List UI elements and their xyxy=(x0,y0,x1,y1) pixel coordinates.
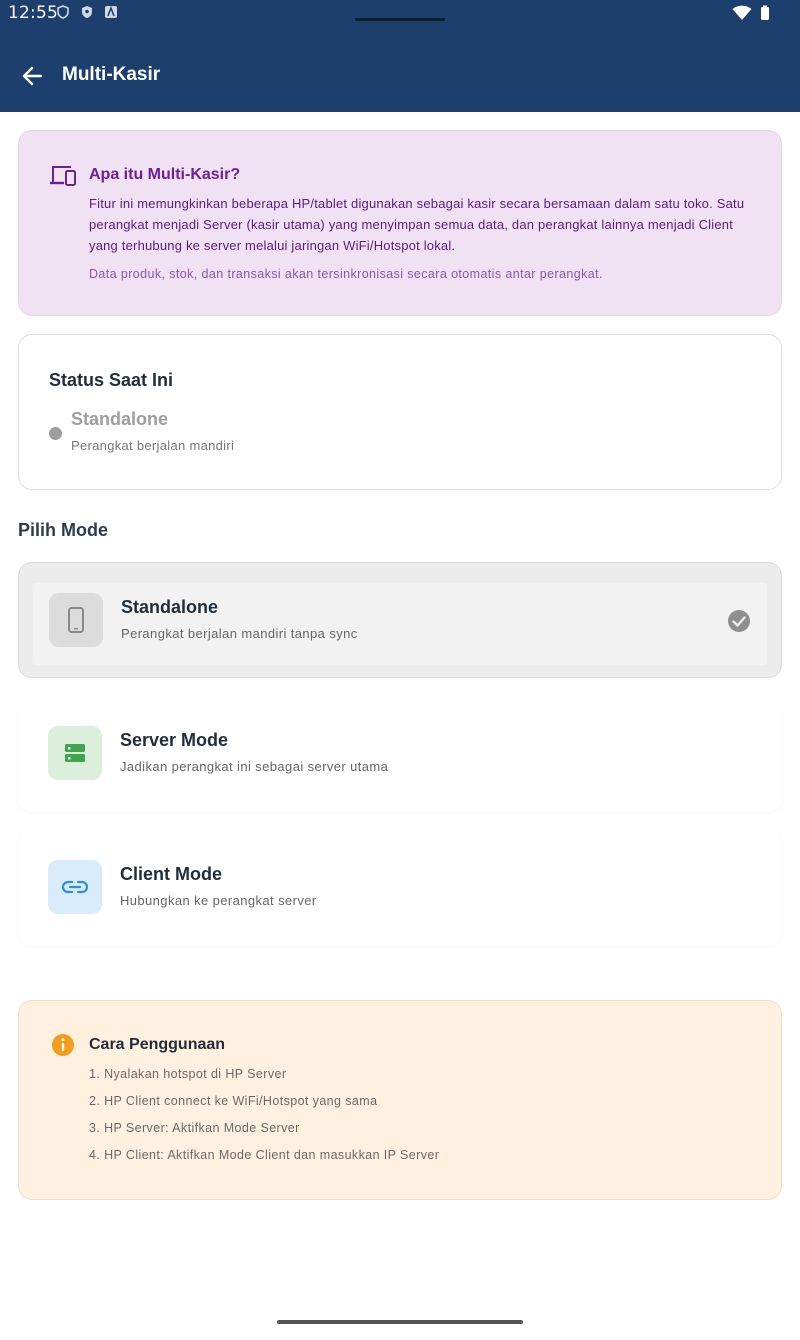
status-card: Status Saat Ini Standalone Perangkat ber… xyxy=(18,334,782,490)
info-card: Apa itu Multi-Kasir? Fitur ini memungkin… xyxy=(18,130,782,316)
info-icon xyxy=(52,1034,74,1056)
mode-icon-box xyxy=(48,860,102,914)
status-time: 12:55 xyxy=(8,3,58,23)
info-note: Data produk, stok, dan transaksi akan te… xyxy=(89,267,603,281)
home-indicator[interactable] xyxy=(277,1320,523,1324)
devices-icon xyxy=(50,166,76,186)
status-icons-right xyxy=(732,5,770,21)
mode-description: Perangkat berjalan mandiri tanpa sync xyxy=(121,626,358,641)
page-title: Multi-Kasir xyxy=(62,64,161,85)
status-indicator xyxy=(49,427,62,440)
mode-icon-box xyxy=(49,593,103,647)
status-icons-left xyxy=(56,5,118,19)
info-body: Fitur ini memungkinkan beberapa HP/table… xyxy=(89,196,745,253)
shield-off-icon xyxy=(57,5,69,19)
status-heading: Status Saat Ini xyxy=(49,370,174,390)
info-title: Apa itu Multi-Kasir? xyxy=(89,166,241,183)
status-description: Perangkat berjalan mandiri xyxy=(71,438,235,453)
app-bar: 12:55 Multi-Kasir xyxy=(0,0,800,112)
howto-steps: 1. Nyalakan hotspot di HP Server 2. HP C… xyxy=(89,1067,439,1175)
phone-icon xyxy=(68,607,84,633)
server-icon xyxy=(65,744,85,762)
battery-icon xyxy=(761,5,769,20)
mode-title: Standalone xyxy=(121,597,219,617)
back-button[interactable] xyxy=(18,62,46,90)
mode-description: Hubungkan ke perangkat server xyxy=(120,893,317,908)
mode-title: Server Mode xyxy=(120,730,229,750)
camera-notch xyxy=(355,18,445,21)
mode-icon-box xyxy=(48,726,102,780)
check-circle-icon xyxy=(728,610,750,632)
mode-option-standalone[interactable]: Standalone Perangkat berjalan mandiri ta… xyxy=(18,562,782,678)
shield-icon xyxy=(82,6,92,18)
howto-step: 2. HP Client connect ke WiFi/Hotspot yan… xyxy=(89,1094,378,1108)
wifi-icon xyxy=(732,5,752,20)
mode-title: Client Mode xyxy=(120,864,222,884)
howto-step: 1. Nyalakan hotspot di HP Server xyxy=(89,1067,287,1081)
mode-option-client[interactable]: Client Mode Hubungkan ke perangkat serve… xyxy=(18,830,782,946)
font-icon xyxy=(105,5,117,18)
link-icon xyxy=(62,880,88,894)
mode-option-server[interactable]: Server Mode Jadikan perangkat ini sebaga… xyxy=(18,696,782,812)
howto-step: 4. HP Client: Aktifkan Mode Client dan m… xyxy=(89,1148,440,1162)
section-title: Pilih Mode xyxy=(18,520,108,540)
howto-card: Cara Penggunaan 1. Nyalakan hotspot di H… xyxy=(18,1000,782,1200)
howto-step: 3. HP Server: Aktifkan Mode Server xyxy=(89,1121,300,1135)
status-value: Standalone xyxy=(71,409,169,429)
arrow-left-icon xyxy=(22,66,43,86)
mode-option-highlight xyxy=(33,583,767,665)
howto-title: Cara Penggunaan xyxy=(89,1036,226,1053)
mode-description: Jadikan perangkat ini sebagai server uta… xyxy=(120,759,389,774)
